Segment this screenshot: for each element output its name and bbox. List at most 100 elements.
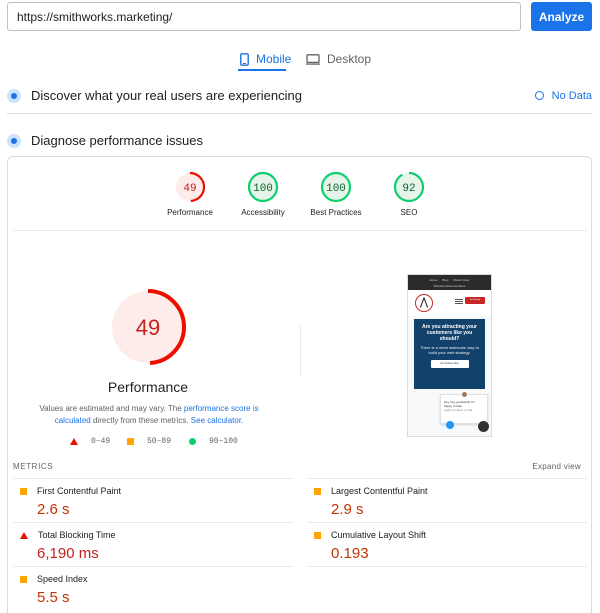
thumb-nav-item: Home (429, 277, 438, 282)
estimate-text: Values are estimated and may vary. The (39, 404, 184, 413)
metric-label: First Contentful Paint (37, 486, 122, 496)
lab-data-title: Diagnose performance issues (31, 133, 203, 148)
metric-divider (307, 522, 587, 523)
metric-first-contentful-paint: First Contentful Paint 2.6 s (20, 486, 121, 518)
gauge-ring: 100 (247, 171, 279, 203)
page-screenshot-thumbnail: Home Blog Metal Cover Website Documentat… (407, 274, 492, 437)
metric-value: 6,190 ms (37, 545, 99, 562)
metric-value: 2.9 s (331, 501, 364, 518)
thumb-cta: Get Started (465, 297, 485, 304)
info-icon (534, 91, 544, 100)
score-value: 49 (183, 183, 196, 195)
score-gauge-performance[interactable]: 49 Performance (160, 171, 220, 217)
metric-label: Total Blocking Time (38, 530, 116, 540)
main-score-value: 49 (136, 315, 160, 340)
main-performance-gauge: 49 (110, 289, 186, 365)
legend-range: 90–100 (209, 437, 238, 446)
average-square-icon (20, 575, 27, 583)
see-calculator-link[interactable]: See calculator. (191, 416, 243, 425)
gauge-ring: 100 (320, 171, 352, 203)
lab-data-header: Diagnose performance issues (7, 133, 592, 148)
score-value: 100 (253, 183, 273, 195)
metric-divider (307, 478, 587, 479)
legend-range: 50–89 (147, 437, 172, 446)
thumb-chat-bubble: Hey hey, goodwork! I'm happy to help Aga… (440, 391, 488, 424)
pass-circle-icon (189, 438, 196, 445)
legend-average: 50–89 (127, 437, 171, 446)
metric-value: 2.6 s (37, 501, 70, 518)
metric-divider (13, 566, 294, 567)
active-tab-indicator (238, 69, 286, 71)
legend-range: 0–49 (91, 437, 111, 446)
tab-mobile-label: Mobile (256, 52, 292, 66)
metrics-title: METRICS (13, 462, 54, 471)
thumb-hero-title: Are you attracting your customers like y… (421, 324, 477, 342)
score-label: SEO (400, 208, 418, 217)
metric-divider (13, 522, 294, 523)
metric-value: 5.5 s (37, 589, 70, 606)
users-chart-icon (7, 88, 21, 103)
thumb-hero-button: Get Started Now (430, 360, 469, 368)
thumb-nav-sub: Website Documentation (433, 283, 466, 288)
thumb-chat-sub: Again produce a chat (444, 408, 473, 412)
no-data-label: No Data (551, 89, 592, 102)
legend-fail: 0–49 (70, 437, 110, 446)
section-divider (7, 113, 592, 114)
bulb-icon (446, 421, 454, 429)
gauge-ring: 92 (393, 171, 425, 203)
vertical-divider (300, 325, 301, 377)
metric-largest-contentful-paint: Largest Contentful Paint 2.9 s (314, 486, 428, 518)
score-gauge-best-practices[interactable]: 100 Best Practices (306, 171, 366, 217)
score-gauge-accessibility[interactable]: 100 Accessibility (233, 171, 293, 217)
metric-label: Cumulative Layout Shift (331, 530, 427, 540)
thumb-nav-item: Metal Cover (453, 277, 470, 282)
hamburger-menu-icon (455, 301, 463, 302)
metric-divider (307, 566, 587, 567)
desktop-monitor-icon (306, 53, 320, 65)
thumb-nav-item: Blog (442, 277, 449, 282)
score-value: 100 (326, 183, 346, 195)
site-logo-icon (415, 294, 433, 312)
fail-triangle-icon (70, 438, 78, 445)
fail-triangle-icon (20, 531, 28, 539)
metric-cumulative-layout-shift: Cumulative Layout Shift 0.193 (314, 530, 426, 562)
thumb-hero-sub: There is a more awesome way to build you… (420, 345, 479, 355)
url-input[interactable] (7, 2, 521, 31)
thumb-chat-text: Hey hey, goodwork! I'm happy to help (444, 400, 476, 408)
average-square-icon (127, 438, 134, 445)
expand-view-toggle[interactable]: Expand view (532, 462, 581, 471)
metric-label: Largest Contentful Paint (331, 486, 428, 496)
chat-launcher-icon (478, 421, 489, 432)
score-gauge-seo[interactable]: 92 SEO (379, 171, 439, 217)
thumb-hero: Are you attracting your customers like y… (414, 319, 485, 389)
metric-value: 0.193 (331, 545, 369, 562)
chat-avatar (461, 391, 468, 398)
tab-desktop[interactable]: Desktop (306, 46, 371, 72)
gauges-divider (13, 230, 587, 231)
metric-total-blocking-time: Total Blocking Time 6,190 ms (20, 530, 116, 562)
gauge-ring: 49 (174, 171, 206, 203)
mobile-phone-icon (240, 52, 249, 66)
field-data-header: Discover what your real users are experi… (7, 88, 592, 103)
legend-pass: 90–100 (189, 437, 238, 446)
thumb-header: Get Started (408, 290, 491, 316)
average-square-icon (314, 531, 321, 539)
average-square-icon (20, 487, 27, 495)
metric-divider (13, 478, 294, 479)
score-value: 92 (402, 183, 415, 195)
analyze-button[interactable]: Analyze (531, 2, 592, 31)
score-label: Best Practices (310, 208, 362, 217)
main-score-title: Performance (107, 379, 189, 395)
tab-desktop-label: Desktop (327, 52, 372, 66)
estimate-text: directly from these metrics. (90, 416, 191, 425)
estimate-note: Values are estimated and may vary. The p… (38, 403, 260, 427)
score-label: Accessibility (241, 208, 285, 217)
metric-label: Speed Index (37, 574, 88, 584)
no-data-status[interactable]: No Data (534, 89, 592, 102)
metric-speed-index: Speed Index 5.5 s (20, 574, 88, 606)
field-data-title: Discover what your real users are experi… (31, 88, 302, 103)
thumb-nav: Home Blog Metal Cover Website Documentat… (408, 275, 491, 290)
average-square-icon (314, 487, 321, 495)
score-label: Performance (167, 208, 213, 217)
lab-flask-icon (7, 133, 21, 148)
